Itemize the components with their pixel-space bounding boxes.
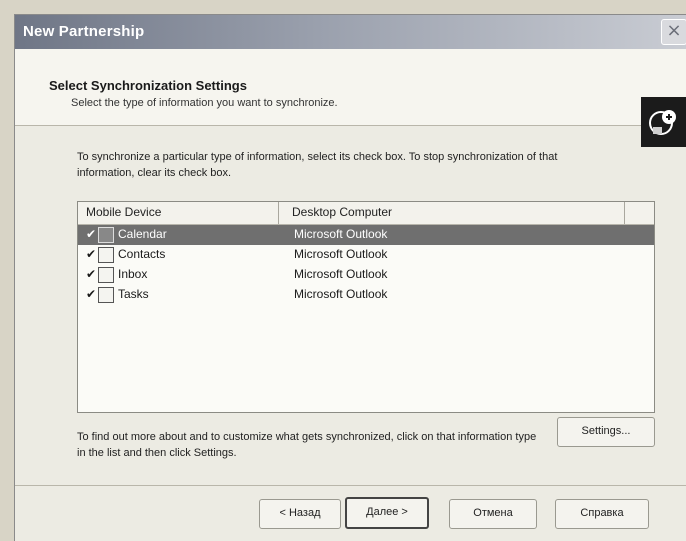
tasks-icon: [98, 287, 114, 303]
inbox-checkbox[interactable]: ✔: [86, 268, 98, 280]
tasks-checkbox[interactable]: ✔: [86, 288, 98, 300]
title-bar[interactable]: New Partnership ×: [15, 15, 686, 49]
back-button[interactable]: < Назад: [259, 499, 341, 529]
item-label: Inbox: [118, 267, 148, 281]
calendar-icon: [98, 227, 114, 243]
item-label: Calendar: [118, 227, 167, 241]
help-button[interactable]: Справка: [555, 499, 649, 529]
contacts-icon: [98, 247, 114, 263]
contacts-checkbox[interactable]: ✔: [86, 248, 98, 260]
close-icon: ×: [666, 20, 682, 41]
list-item-tasks[interactable]: ✔ Tasks Microsoft Outlook: [78, 285, 654, 305]
new-partnership-dialog: New Partnership × Select Synchronization…: [14, 14, 686, 541]
window-title: New Partnership: [23, 23, 145, 40]
instruction-text: To synchronize a particular type of info…: [77, 151, 558, 179]
list-header: Mobile Device Desktop Computer: [78, 202, 654, 225]
settings-button[interactable]: Settings...: [557, 417, 655, 447]
list-item-inbox[interactable]: ✔ Inbox Microsoft Outlook: [78, 265, 654, 285]
column-desktop-computer[interactable]: Desktop Computer: [292, 205, 392, 219]
close-button[interactable]: ×: [661, 19, 686, 45]
calendar-checkbox[interactable]: ✔: [86, 228, 98, 240]
sync-items-list[interactable]: Mobile Device Desktop Computer ✔ Calenda…: [77, 201, 655, 413]
item-desktop-app: Microsoft Outlook: [294, 287, 388, 301]
page-subtitle: Select the type of information you want …: [71, 97, 338, 109]
item-label: Tasks: [118, 287, 149, 301]
list-item-contacts[interactable]: ✔ Contacts Microsoft Outlook: [78, 245, 654, 265]
item-desktop-app: Microsoft Outlook: [294, 227, 388, 241]
divider: [15, 485, 686, 486]
item-desktop-app: Microsoft Outlook: [294, 247, 388, 261]
column-separator[interactable]: [624, 202, 625, 224]
sync-wizard-icon: [641, 97, 686, 147]
item-label: Contacts: [118, 247, 166, 261]
column-separator[interactable]: [278, 202, 279, 224]
list-item-calendar[interactable]: ✔ Calendar Microsoft Outlook: [78, 225, 654, 245]
inbox-icon: [98, 267, 114, 283]
next-button[interactable]: Далее >: [345, 497, 429, 529]
item-desktop-app: Microsoft Outlook: [294, 267, 388, 281]
settings-hint-text: To find out more about and to customize …: [77, 431, 537, 459]
column-mobile-device[interactable]: Mobile Device: [86, 205, 161, 219]
cancel-button[interactable]: Отмена: [449, 499, 537, 529]
page-title: Select Synchronization Settings: [49, 78, 247, 93]
wizard-header: Select Synchronization Settings Select t…: [15, 49, 686, 147]
